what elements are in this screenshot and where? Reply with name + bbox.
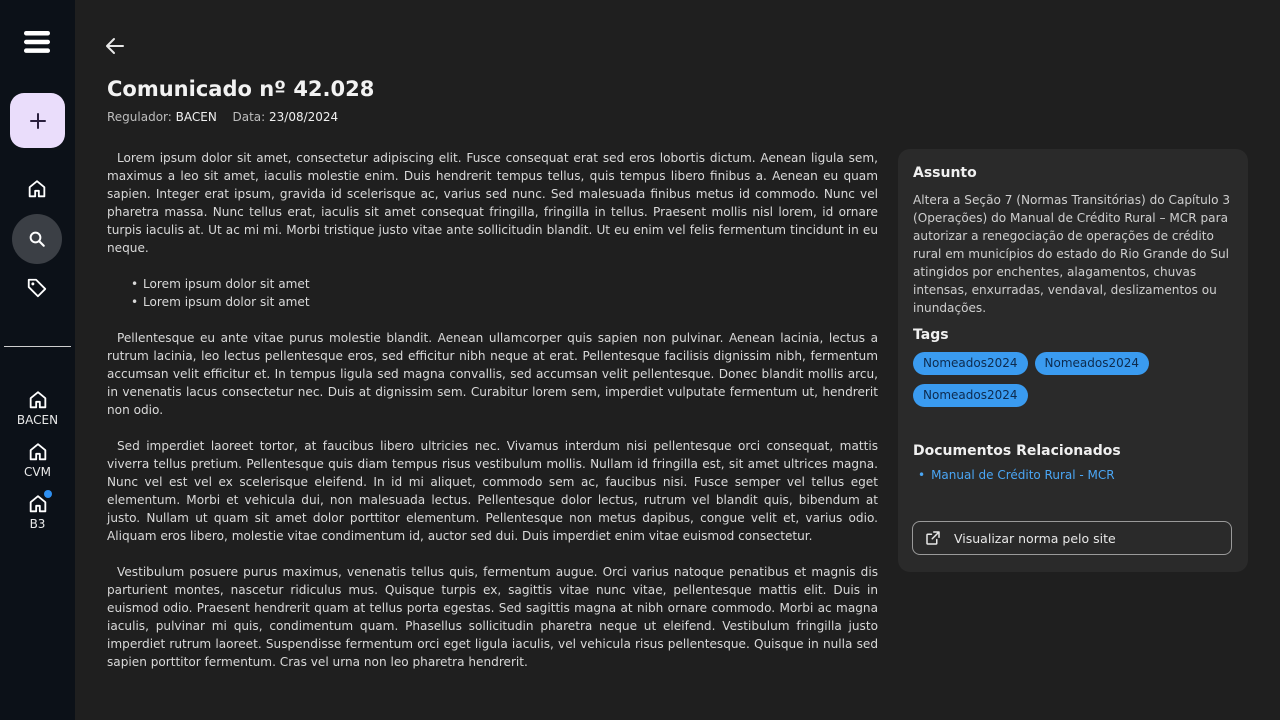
bullet-item: Lorem ipsum dolor sit amet	[131, 293, 878, 311]
document-body: Lorem ipsum dolor sit amet, consectetur …	[107, 149, 878, 689]
regulator-b3[interactable]: B3	[0, 490, 75, 531]
tag-chip[interactable]: Nomeados2024	[1034, 352, 1149, 375]
external-link-icon	[926, 531, 940, 545]
regulator-meta-value: BACEN	[175, 110, 217, 124]
search-icon	[29, 231, 45, 247]
nav-tags-button[interactable]	[12, 263, 62, 313]
date-meta-label: Data:	[232, 110, 266, 124]
regulator-label: B3	[29, 517, 46, 531]
tag-icon	[27, 278, 47, 298]
plus-icon	[29, 112, 46, 129]
view-on-site-button[interactable]: Visualizar norma pelo site	[912, 521, 1232, 555]
view-on-site-label: Visualizar norma pelo site	[954, 530, 1116, 546]
regulator-meta-label: Regulador:	[107, 110, 172, 124]
nav-search-button[interactable]	[12, 214, 62, 264]
body-paragraph: Sed imperdiet laoreet tortor, at faucibu…	[107, 439, 878, 543]
hamburger-menu-icon[interactable]	[24, 30, 50, 54]
home-icon	[27, 441, 49, 463]
tags-heading: Tags	[913, 327, 949, 343]
arrow-left-icon	[106, 38, 124, 54]
home-icon	[27, 389, 49, 411]
body-paragraph: Pellentesque eu ante vitae purus molesti…	[107, 331, 878, 417]
body-paragraph: Vestibulum posuere purus maximus, venena…	[107, 565, 878, 669]
tags-list: Nomeados2024 Nomeados2024 Nomeados2024	[913, 352, 1243, 416]
home-icon	[27, 490, 52, 515]
subject-text: Altera a Seção 7 (Normas Transitórias) d…	[913, 193, 1231, 315]
page-title: Comunicado nº 42.028	[107, 77, 375, 101]
body-bullet-list: Lorem ipsum dolor sit amet Lorem ipsum d…	[107, 275, 878, 311]
related-doc-link[interactable]: Manual de Crédito Rural - MCR	[918, 468, 1115, 482]
back-button[interactable]	[103, 34, 127, 58]
new-item-button[interactable]	[10, 93, 65, 148]
notification-dot	[43, 490, 52, 498]
document-meta: Regulador: BACEN Data: 23/08/2024	[107, 110, 338, 124]
tag-chip[interactable]: Nomeados2024	[913, 384, 1028, 407]
document-info-panel: Assunto Altera a Seção 7 (Normas Transit…	[898, 149, 1248, 572]
nav-home-button[interactable]	[12, 164, 62, 214]
rail-divider	[4, 346, 71, 347]
regulator-bacen[interactable]: BACEN	[0, 389, 75, 427]
navigation-rail: BACEN CVM B3	[0, 0, 75, 720]
tag-chip[interactable]: Nomeados2024	[913, 352, 1028, 375]
bullet-item: Lorem ipsum dolor sit amet	[131, 275, 878, 293]
regulator-cvm[interactable]: CVM	[0, 441, 75, 479]
related-docs-heading: Documentos Relacionados	[913, 443, 1121, 459]
regulator-label: CVM	[24, 465, 51, 479]
subject-heading: Assunto	[913, 165, 977, 181]
date-meta-value: 23/08/2024	[269, 110, 339, 124]
regulator-label: BACEN	[16, 413, 59, 427]
body-paragraph: Lorem ipsum dolor sit amet, consectetur …	[107, 151, 878, 255]
home-icon	[28, 180, 46, 198]
